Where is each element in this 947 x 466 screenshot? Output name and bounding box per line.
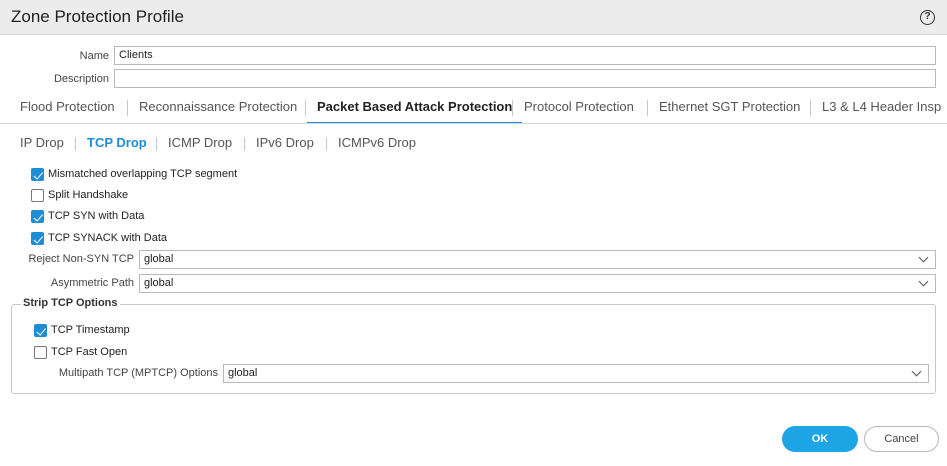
subtab-ip-drop[interactable]: IP Drop xyxy=(20,134,64,152)
asymmetric-path-select[interactable]: global xyxy=(139,274,936,293)
tcp-syn-with-data-checkbox[interactable] xyxy=(31,210,44,223)
reject-non-syn-tcp-select[interactable]: global xyxy=(139,250,936,269)
cancel-button[interactable]: Cancel xyxy=(864,426,939,452)
subtab-tcp-drop[interactable]: TCP Drop xyxy=(87,134,147,152)
reject-non-syn-tcp-label: Reject Non-SYN TCP xyxy=(28,253,134,265)
split-handshake-label: Split Handshake xyxy=(48,189,129,201)
tab-ethernet-sgt-protection[interactable]: Ethernet SGT Protection xyxy=(659,93,800,123)
tcp-timestamp-checkbox[interactable] xyxy=(34,324,47,337)
tab-separator xyxy=(647,100,648,116)
subtab-separator xyxy=(244,137,245,151)
tcp-timestamp-label: TCP Timestamp xyxy=(51,324,130,336)
description-input[interactable] xyxy=(114,69,936,88)
strip-tcp-options-legend: Strip TCP Options xyxy=(21,297,120,309)
tcp-syn-with-data-label: TCP SYN with Data xyxy=(48,210,145,222)
main-tab-bar: Flood Protection Reconnaissance Protecti… xyxy=(0,93,947,124)
help-icon[interactable]: ? xyxy=(920,10,935,25)
tab-separator xyxy=(810,100,811,116)
tab-reconnaissance-protection[interactable]: Reconnaissance Protection xyxy=(139,93,297,123)
mptcp-options-value: global xyxy=(228,367,258,379)
tcp-fast-open-checkbox[interactable] xyxy=(34,346,47,359)
mismatched-overlapping-label: Mismatched overlapping TCP segment xyxy=(48,168,238,180)
tab-separator xyxy=(305,100,306,116)
subtab-separator xyxy=(326,137,327,151)
tab-separator xyxy=(512,100,513,116)
tab-flood-protection[interactable]: Flood Protection xyxy=(20,93,115,123)
tcp-synack-with-data-label: TCP SYNACK with Data xyxy=(48,232,168,244)
subtab-ipv6-drop[interactable]: IPv6 Drop xyxy=(256,134,314,152)
split-handshake-checkbox[interactable] xyxy=(31,189,44,202)
subtab-separator xyxy=(75,137,76,151)
tcp-fast-open-label: TCP Fast Open xyxy=(51,346,128,358)
mptcp-options-select[interactable]: global xyxy=(223,364,929,383)
description-label: Description xyxy=(53,73,109,85)
reject-non-syn-tcp-value: global xyxy=(144,253,174,265)
dialog-title: Zone Protection Profile xyxy=(11,7,184,26)
subtab-separator xyxy=(156,137,157,151)
tab-separator xyxy=(127,100,128,116)
chevron-down-icon xyxy=(918,276,929,287)
chevron-down-icon xyxy=(918,252,929,263)
tab-protocol-protection[interactable]: Protocol Protection xyxy=(524,93,634,123)
tcp-synack-with-data-checkbox[interactable] xyxy=(31,232,44,245)
tab-l3-l4-header-inspection[interactable]: L3 & L4 Header Insp xyxy=(822,93,941,123)
name-input[interactable]: Clients xyxy=(114,46,936,65)
chevron-down-icon xyxy=(911,366,922,377)
mptcp-options-label: Multipath TCP (MPTCP) Options xyxy=(58,367,218,379)
mismatched-overlapping-checkbox[interactable] xyxy=(31,168,44,181)
asymmetric-path-value: global xyxy=(144,277,174,289)
subtab-icmp-drop[interactable]: ICMP Drop xyxy=(168,134,232,152)
dialog-titlebar: Zone Protection Profile ? xyxy=(0,0,947,35)
tab-packet-based-attack-protection[interactable]: Packet Based Attack Protection xyxy=(307,93,523,123)
ok-button[interactable]: OK xyxy=(782,426,858,452)
name-label: Name xyxy=(79,50,109,62)
asymmetric-path-label: Asymmetric Path xyxy=(50,277,134,289)
subtab-icmpv6-drop[interactable]: ICMPv6 Drop xyxy=(338,134,416,152)
